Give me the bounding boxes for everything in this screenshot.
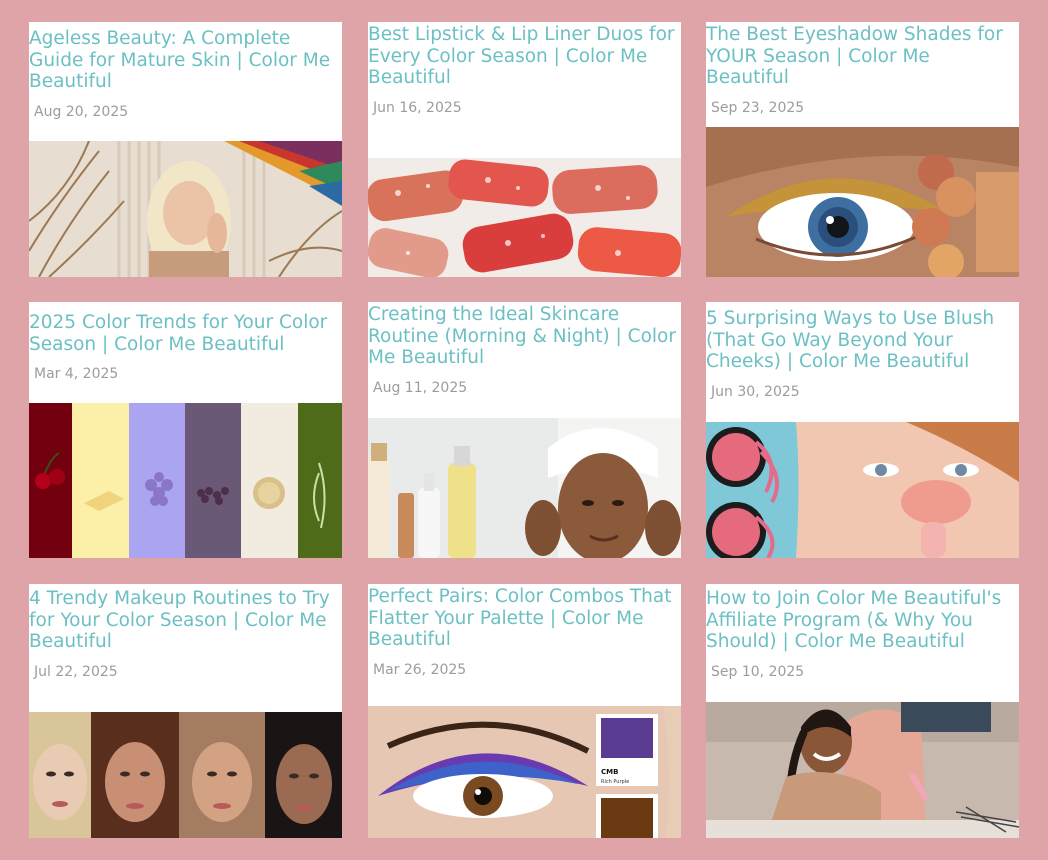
blog-card[interactable]: How to Join Color Me Beautiful's Affilia… [706,584,1019,838]
post-thumbnail-image[interactable] [29,403,342,558]
post-date: Mar 26, 2025 [373,661,467,678]
post-date: Sep 23, 2025 [711,99,805,116]
post-title-link[interactable]: The Best Eyeshadow Shades for YOUR Seaso… [706,22,1019,89]
post-thumbnail-image[interactable] [29,141,342,277]
post-date: Aug 20, 2025 [34,103,129,120]
post-title-link[interactable]: Perfect Pairs: Color Combos That Flatter… [368,584,681,651]
blog-card[interactable]: Creating the Ideal Skincare Routine (Mor… [368,302,681,558]
post-date: Jul 22, 2025 [34,663,118,680]
post-title-link[interactable]: Creating the Ideal Skincare Routine (Mor… [368,302,681,369]
post-thumbnail-image[interactable] [706,702,1019,838]
blog-card[interactable]: 4 Trendy Makeup Routines to Try for Your… [29,584,342,838]
blog-card[interactable]: 5 Surprising Ways to Use Blush (That Go … [706,302,1019,558]
post-thumbnail-image[interactable] [368,158,681,277]
blog-post-grid: Ageless Beauty: A Complete Guide for Mat… [0,0,1048,860]
post-title-link[interactable]: Ageless Beauty: A Complete Guide for Mat… [29,22,342,93]
post-date: Jun 30, 2025 [711,383,800,400]
post-title-link[interactable]: 4 Trendy Makeup Routines to Try for Your… [29,584,342,653]
swatch-sublabel: Rich Purple [601,779,629,785]
swatch-label: CMB [601,768,618,776]
post-thumbnail-image[interactable] [29,712,342,838]
blog-card[interactable]: Ageless Beauty: A Complete Guide for Mat… [29,22,342,277]
blog-card[interactable]: Best Lipstick & Lip Liner Duos for Every… [368,22,681,277]
post-date: Aug 11, 2025 [373,379,468,396]
post-thumbnail-image[interactable] [368,418,681,558]
blog-card[interactable]: The Best Eyeshadow Shades for YOUR Seaso… [706,22,1019,277]
post-thumbnail-image[interactable] [706,127,1019,277]
post-thumbnail-image[interactable]: CMB Rich Purple [368,706,681,838]
post-title-link[interactable]: 2025 Color Trends for Your Color Season … [29,302,342,355]
post-date: Jun 16, 2025 [373,99,462,116]
blog-card[interactable]: 2025 Color Trends for Your Color Season … [29,302,342,558]
post-title-link[interactable]: How to Join Color Me Beautiful's Affilia… [706,584,1019,653]
post-date: Mar 4, 2025 [34,366,119,382]
post-title-link[interactable]: Best Lipstick & Lip Liner Duos for Every… [368,22,681,89]
post-thumbnail-image[interactable] [706,422,1019,558]
post-date: Sep 10, 2025 [711,663,805,680]
blog-card[interactable]: Perfect Pairs: Color Combos That Flatter… [368,584,681,838]
post-title-link[interactable]: 5 Surprising Ways to Use Blush (That Go … [706,302,1019,373]
